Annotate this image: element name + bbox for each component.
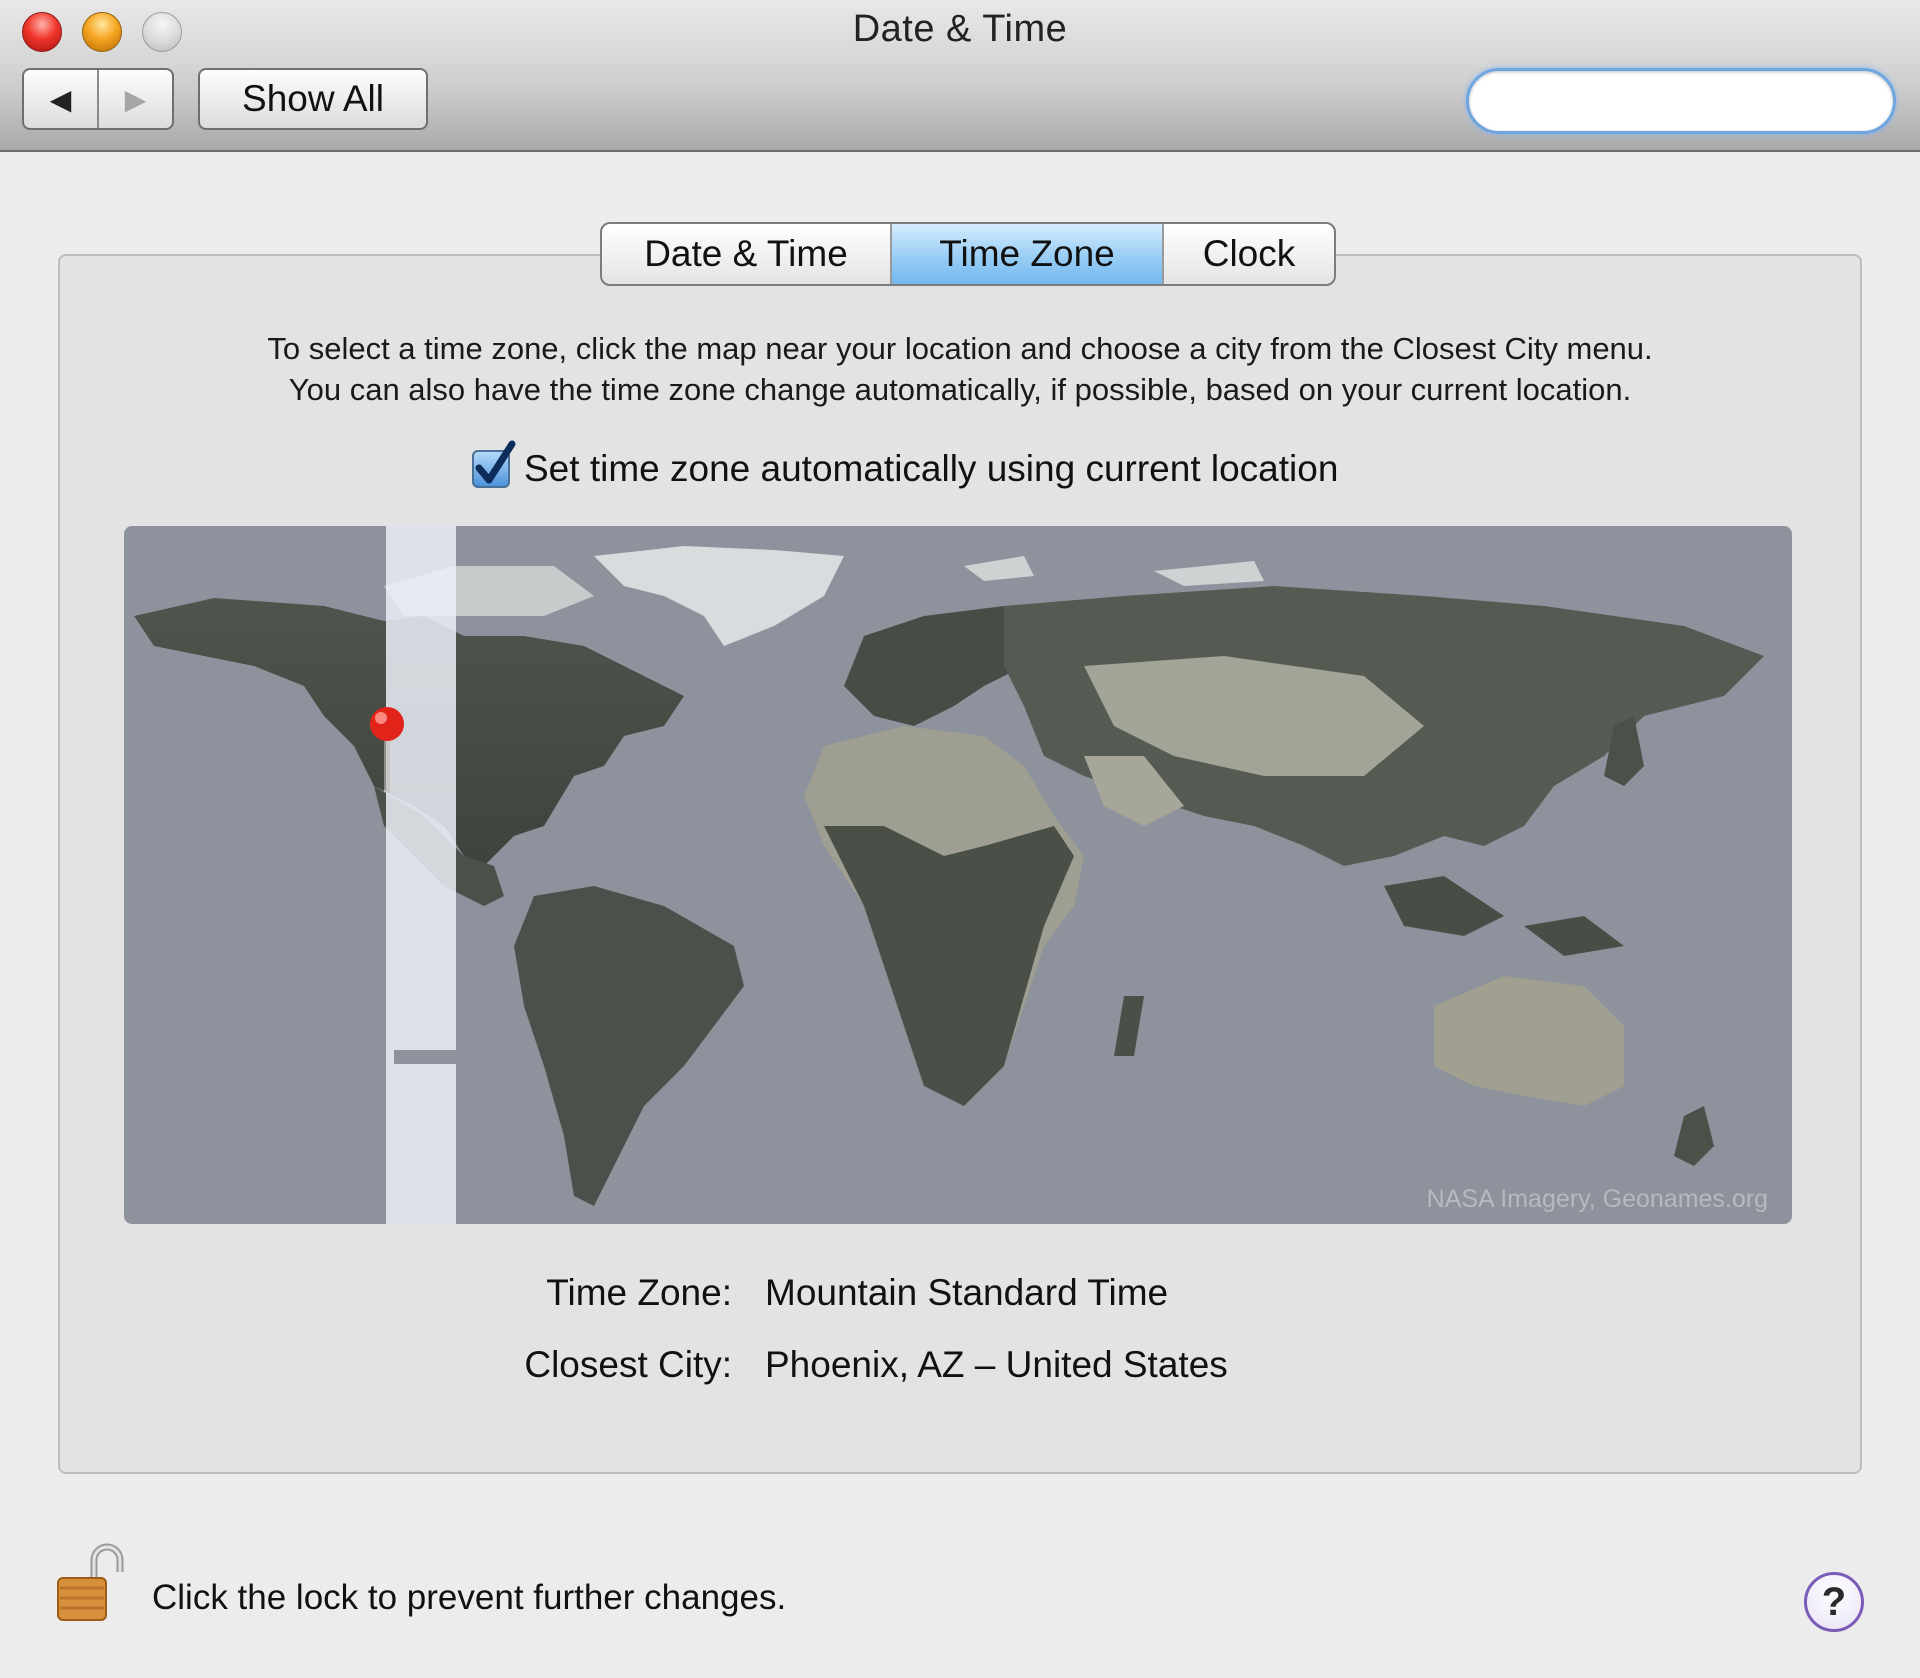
- time-zone-label: Time Zone:: [546, 1272, 732, 1313]
- instructions-line-2: You can also have the time zone change a…: [288, 372, 1632, 407]
- tab-bar: Date & Time Time Zone Clock: [600, 222, 1336, 286]
- search-field[interactable]: [1466, 68, 1896, 134]
- window-title: Date & Time: [852, 8, 1068, 50]
- auto-time-zone-option[interactable]: Set time zone automatically using curren…: [472, 440, 1339, 490]
- back-arrow-icon: ◀: [49, 83, 72, 115]
- time-zone-map[interactable]: NASA Imagery, Geonames.org: [124, 526, 1792, 1224]
- closest-city-value[interactable]: Phoenix, AZ – United States: [765, 1344, 1228, 1386]
- tab-clock[interactable]: Clock: [1162, 224, 1334, 284]
- time-zone-row: Time Zone: Mountain Standard Time: [0, 1272, 1920, 1322]
- time-zone-band-notch: [394, 1050, 456, 1064]
- auto-time-zone-label: Set time zone automatically using curren…: [524, 448, 1339, 489]
- show-all-button[interactable]: Show All: [198, 68, 428, 130]
- unlocked-lock-icon[interactable]: [54, 1538, 130, 1624]
- auto-time-zone-checkbox[interactable]: [472, 440, 516, 488]
- lock-message: Click the lock to prevent further change…: [152, 1578, 787, 1617]
- world-map-image: [134, 546, 1764, 1206]
- forward-button[interactable]: ▶: [99, 70, 172, 128]
- help-button[interactable]: ?: [1804, 1572, 1864, 1632]
- instructions-line-1: To select a time zone, click the map nea…: [267, 331, 1653, 366]
- closest-city-label: Closest City:: [524, 1344, 732, 1385]
- tab-time-zone[interactable]: Time Zone: [890, 224, 1162, 284]
- time-zone-instructions: To select a time zone, click the map nea…: [60, 328, 1860, 410]
- map-credit: NASA Imagery, Geonames.org: [1426, 1185, 1768, 1213]
- tab-date-time[interactable]: Date & Time: [602, 224, 890, 284]
- forward-arrow-icon: ▶: [124, 83, 147, 115]
- back-forward-control: ◀ ▶: [22, 68, 174, 130]
- back-button[interactable]: ◀: [24, 70, 99, 128]
- checkmark-icon: [475, 440, 516, 484]
- selected-time-zone-band: [386, 526, 456, 1224]
- search-input[interactable]: [1495, 75, 1885, 127]
- closest-city-row: Closest City: Phoenix, AZ – United State…: [0, 1344, 1920, 1394]
- time-zone-value: Mountain Standard Time: [765, 1272, 1169, 1313]
- location-pin-icon[interactable]: [367, 704, 407, 794]
- window-toolbar: Date & Time ◀ ▶ Show All: [0, 0, 1920, 152]
- question-mark-icon: ?: [1821, 1579, 1847, 1624]
